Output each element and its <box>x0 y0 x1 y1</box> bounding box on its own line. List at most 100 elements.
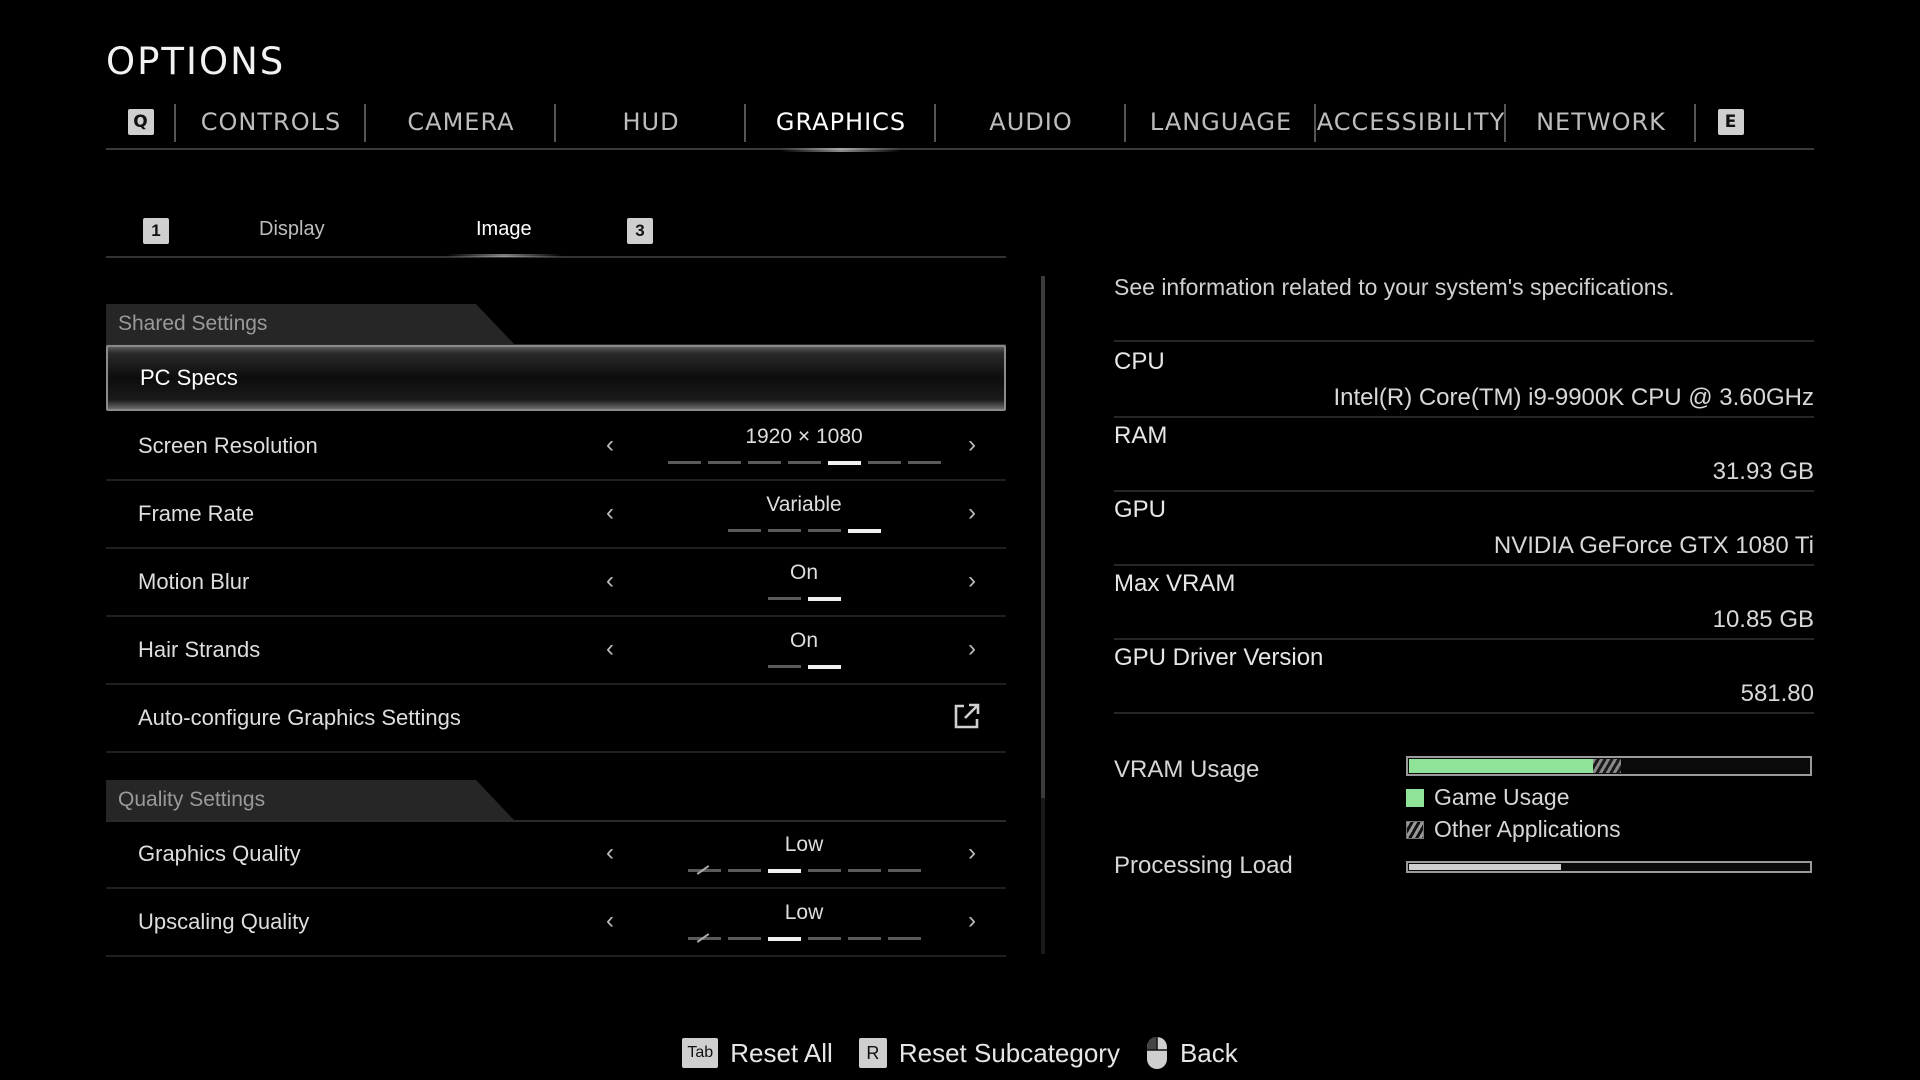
info-description: See information related to your system's… <box>1114 274 1675 300</box>
spec-key: Max VRAM <box>1114 570 1236 597</box>
subcategory-tabs: 1 Display Image 3 <box>106 212 1006 258</box>
reset-subcategory-label: Reset Subcategory <box>898 1037 1120 1068</box>
tab-camera[interactable]: CAMERA <box>366 100 556 144</box>
spec-key: RAM <box>1114 422 1168 449</box>
row-label: Frame Rate <box>138 501 255 526</box>
option-pips <box>654 461 954 465</box>
subtab-display[interactable]: Display <box>259 218 325 241</box>
subtab-next-key-icon[interactable]: 3 <box>627 218 653 244</box>
row-value: 1920 × 1080 <box>745 425 863 448</box>
tab-prev-key[interactable]: Q <box>106 100 176 144</box>
back-label: Back <box>1179 1037 1238 1068</box>
reset-subcategory-button[interactable]: R Reset Subcategory <box>858 1037 1120 1069</box>
spec-key: CPU <box>1114 348 1165 375</box>
processing-load-label: Processing Load <box>1114 852 1293 879</box>
chevron-right-icon[interactable]: › <box>968 839 976 867</box>
row-value: Variable <box>766 493 842 516</box>
row-screen-resolution[interactable]: Screen Resolution ‹ 1920 × 1080 › <box>106 413 1006 481</box>
tab-next-key[interactable]: E <box>1696 100 1766 144</box>
tab-network[interactable]: NETWORK <box>1506 100 1696 144</box>
chevron-right-icon[interactable]: › <box>968 499 976 527</box>
row-label: Upscaling Quality <box>138 909 310 934</box>
row-upscaling-quality[interactable]: Upscaling Quality ‹ Low › <box>106 889 1006 957</box>
row-value: Low <box>784 901 824 924</box>
subtab-prev-key-icon[interactable]: 1 <box>143 218 169 244</box>
vram-other-fill <box>1593 759 1621 773</box>
tab-graphics[interactable]: GRAPHICS <box>746 100 936 152</box>
option-pips <box>654 869 954 873</box>
row-motion-blur[interactable]: Motion Blur ‹ On › <box>106 549 1006 617</box>
legend-other-applications: Other Applications <box>1406 816 1621 843</box>
chevron-right-icon[interactable]: › <box>968 431 976 459</box>
spec-value: NVIDIA GeForce GTX 1080 Ti <box>1493 532 1814 559</box>
section-header-quality: Quality Settings <box>106 780 1006 822</box>
tab-controls[interactable]: CONTROLS <box>176 100 366 144</box>
processing-load-fill <box>1409 864 1561 870</box>
footer-actions: Tab Reset All R Reset Subcategory Back <box>0 1036 1920 1070</box>
tab-accessibility[interactable]: ACCESSIBILITY <box>1316 100 1506 144</box>
row-frame-rate[interactable]: Frame Rate ‹ Variable › <box>106 481 1006 549</box>
reset-all-label: Reset All <box>730 1037 833 1068</box>
page-title: OPTIONS <box>106 40 286 83</box>
game-usage-swatch <box>1406 788 1424 807</box>
row-hair-strands[interactable]: Hair Strands ‹ On › <box>106 617 1006 685</box>
vram-usage-label: VRAM Usage <box>1114 756 1260 783</box>
section-title: Shared Settings <box>118 312 268 335</box>
section-header-shared: Shared Settings <box>106 304 1006 346</box>
spec-max-vram: Max VRAM 10.85 GB <box>1114 564 1814 640</box>
spec-gpu: GPU NVIDIA GeForce GTX 1080 Ti <box>1114 490 1814 566</box>
chevron-right-icon[interactable]: › <box>968 907 976 935</box>
tab-hud[interactable]: HUD <box>556 100 746 144</box>
row-auto-configure[interactable]: Auto-configure Graphics Settings <box>106 685 1006 753</box>
chevron-right-icon[interactable]: › <box>968 635 976 663</box>
chevron-left-icon[interactable]: ‹ <box>606 635 614 663</box>
spec-value: 31.93 GB <box>1712 458 1814 485</box>
subtab-image[interactable]: Image <box>446 218 561 257</box>
processing-load-bar <box>1406 861 1812 873</box>
spec-key: GPU Driver Version <box>1114 644 1324 671</box>
spec-value: Intel(R) Core(TM) i9-9900K CPU @ 3.60GHz <box>1333 384 1815 411</box>
e-key-icon: E <box>1718 109 1744 135</box>
row-label: Screen Resolution <box>138 433 318 458</box>
chevron-left-icon[interactable]: ‹ <box>606 499 614 527</box>
back-button[interactable]: Back <box>1146 1036 1238 1070</box>
spec-ram: RAM 31.93 GB <box>1114 416 1814 492</box>
option-pips <box>654 597 954 601</box>
row-value: On <box>789 561 818 584</box>
chevron-left-icon[interactable]: ‹ <box>606 567 614 595</box>
tab-language[interactable]: LANGUAGE <box>1126 100 1316 144</box>
external-link-icon[interactable] <box>952 701 982 731</box>
tab-audio[interactable]: AUDIO <box>936 100 1126 144</box>
mouse-icon <box>1146 1037 1167 1069</box>
spec-cpu: CPU Intel(R) Core(TM) i9-9900K CPU @ 3.6… <box>1114 342 1814 418</box>
vram-usage-bar <box>1406 756 1812 776</box>
category-tabs: Q CONTROLS CAMERA HUD GRAPHICS AUDIO LAN… <box>106 96 1814 152</box>
list-scrollbar[interactable] <box>1041 276 1045 954</box>
spec-value: 10.85 GB <box>1712 606 1814 633</box>
legend-label: Other Applications <box>1434 816 1621 842</box>
row-label: Auto-configure Graphics Settings <box>138 705 461 730</box>
spec-value: 581.80 <box>1740 680 1814 707</box>
row-value: On <box>789 629 818 652</box>
row-graphics-quality[interactable]: Graphics Quality ‹ Low › <box>106 821 1006 889</box>
legend-game-usage: Game Usage <box>1406 784 1570 811</box>
option-pips <box>654 529 954 533</box>
row-value: Low <box>784 833 824 856</box>
row-label: Hair Strands <box>138 637 261 662</box>
chevron-left-icon[interactable]: ‹ <box>606 907 614 935</box>
row-label: PC Specs <box>140 365 238 390</box>
section-title: Quality Settings <box>118 788 266 811</box>
chevron-left-icon[interactable]: ‹ <box>606 431 614 459</box>
tab-key-icon: Tab <box>682 1038 719 1068</box>
other-apps-swatch <box>1406 820 1424 839</box>
row-label: Graphics Quality <box>138 841 301 866</box>
row-pc-specs[interactable]: PC Specs <box>106 345 1006 411</box>
option-pips <box>654 937 954 941</box>
q-key-icon: Q <box>128 109 154 135</box>
row-label: Motion Blur <box>138 569 250 594</box>
vram-game-fill <box>1409 759 1593 773</box>
spec-key: GPU <box>1114 496 1167 523</box>
chevron-right-icon[interactable]: › <box>968 567 976 595</box>
chevron-left-icon[interactable]: ‹ <box>606 839 614 867</box>
reset-all-button[interactable]: Tab Reset All <box>682 1038 833 1069</box>
